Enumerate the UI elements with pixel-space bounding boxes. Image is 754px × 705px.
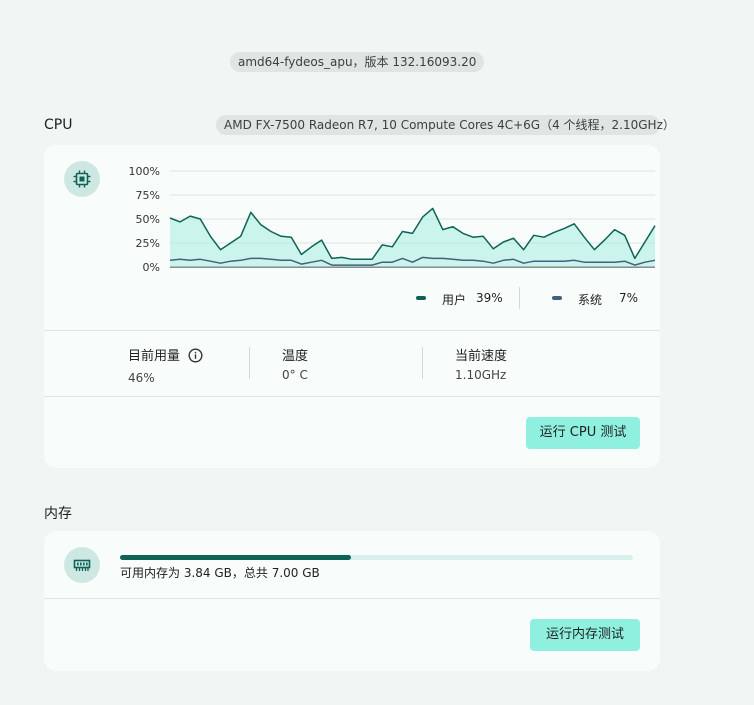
cpu-chip-icon [64, 161, 100, 197]
cpu-usage-chart: 100% 75% 50% 25% 0% [129, 165, 656, 273]
stat-speed: 当前速度 1.10GHz [455, 345, 507, 382]
run-cpu-test-button[interactable]: 运行 CPU 测试 [526, 417, 640, 449]
stat-usage-value: 46% [128, 371, 155, 385]
legend-divider [519, 287, 520, 309]
processor-chip: AMD FX-7500 Radeon R7, 10 Compute Cores … [216, 115, 675, 135]
legend-system-value: 7% [619, 291, 639, 305]
legend-user-value: 39% [476, 291, 503, 305]
stat-separator-2 [422, 347, 423, 379]
memory-divider [44, 598, 660, 599]
stat-separator-1 [249, 347, 250, 379]
cpu-section-title: CPU [44, 117, 73, 133]
legend-user-swatch [416, 296, 426, 300]
stat-usage-label: 目前用量 [128, 349, 181, 364]
run-memory-test-button[interactable]: 运行内存测试 [530, 619, 640, 651]
stat-temperature: 温度 0° C [282, 345, 308, 382]
version-chip: amd64-fydeos_apu，版本 132.16093.20 [230, 52, 485, 72]
stat-speed-value: 1.10GHz [455, 368, 507, 382]
memory-card: 可用内存为 3.84 GB，总共 7.00 GB 运行内存测试 [44, 531, 660, 671]
y-tick-label: 25% [136, 237, 160, 250]
stat-usage-row: 目前用量 [128, 345, 203, 367]
legend-user-label: 用户 [442, 293, 467, 307]
memory-available-text: 可用内存为 3.84 GB，总共 7.00 GB [120, 566, 320, 580]
memory-chip-icon [64, 547, 100, 583]
user-series-area [170, 208, 655, 267]
cpu-divider-top [44, 330, 660, 331]
cpu-divider-bottom [44, 396, 660, 397]
memory-usage-bar [120, 555, 633, 560]
legend-system-swatch [552, 296, 562, 300]
memory-usage-bar-fill [120, 555, 352, 560]
stat-usage: 目前用量 46% [128, 345, 203, 385]
memory-section-title: 内存 [44, 506, 72, 522]
stat-temperature-value: 0° C [282, 368, 308, 382]
info-icon[interactable] [188, 348, 203, 367]
stat-speed-label: 当前速度 [455, 349, 508, 364]
cpu-card: 100% 75% 50% 25% 0% 用户 39% 系统 7% 目前用量 46% 温度… [44, 145, 660, 468]
stat-temperature-label: 温度 [282, 349, 309, 364]
y-tick-label: 100% [129, 165, 160, 178]
legend-system-label: 系统 [578, 293, 603, 307]
y-tick-label: 75% [136, 189, 160, 202]
y-tick-label: 0% [143, 261, 160, 273]
y-tick-label: 50% [136, 213, 160, 226]
